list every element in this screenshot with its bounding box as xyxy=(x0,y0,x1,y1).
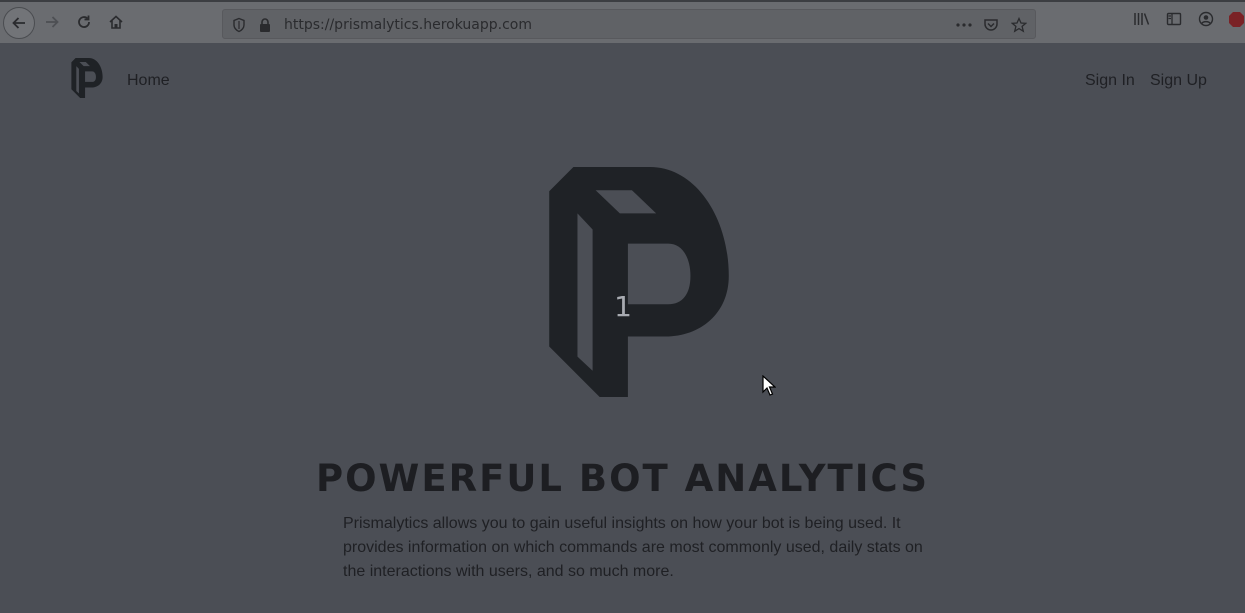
mouse-cursor-icon xyxy=(762,375,776,396)
forward-button[interactable] xyxy=(38,8,66,36)
sidebar-icon[interactable] xyxy=(1166,11,1182,27)
hero-logo xyxy=(549,167,729,397)
pocket-icon[interactable] xyxy=(983,17,999,33)
home-icon xyxy=(109,15,123,29)
url-bar[interactable]: https://prismalytics.herokuapp.com xyxy=(222,9,1036,39)
back-arrow-icon xyxy=(12,17,25,29)
adblock-icon[interactable] xyxy=(1228,11,1245,28)
home-button[interactable] xyxy=(102,8,130,36)
nav-sign-up-link[interactable]: Sign Up xyxy=(1150,72,1207,90)
browser-toolbar: https://prismalytics.herokuapp.com xyxy=(0,0,1245,43)
hero-description: Prismalytics allows you to gain useful i… xyxy=(343,515,923,580)
reload-button[interactable] xyxy=(70,8,98,36)
url-text[interactable]: https://prismalytics.herokuapp.com xyxy=(284,17,532,33)
hero-title: POWERFUL BOT ANALYTICS xyxy=(315,457,930,500)
nav-home-link[interactable]: Home xyxy=(127,72,170,90)
back-button[interactable] xyxy=(3,7,35,39)
forward-arrow-icon xyxy=(46,16,59,28)
bookmark-star-icon[interactable] xyxy=(1011,17,1027,33)
shield-icon[interactable] xyxy=(232,17,246,33)
account-icon[interactable] xyxy=(1198,11,1214,27)
library-icon[interactable] xyxy=(1133,11,1151,27)
slide-number: 1 xyxy=(614,290,632,323)
page-content: Home Sign In Sign Up 1 POWERFUL BOT ANAL… xyxy=(0,43,1245,613)
reload-icon xyxy=(78,15,90,28)
lock-icon[interactable] xyxy=(258,17,272,33)
site-logo[interactable] xyxy=(71,58,103,98)
more-icon[interactable] xyxy=(955,22,973,28)
nav-sign-in-link[interactable]: Sign In xyxy=(1085,72,1135,90)
